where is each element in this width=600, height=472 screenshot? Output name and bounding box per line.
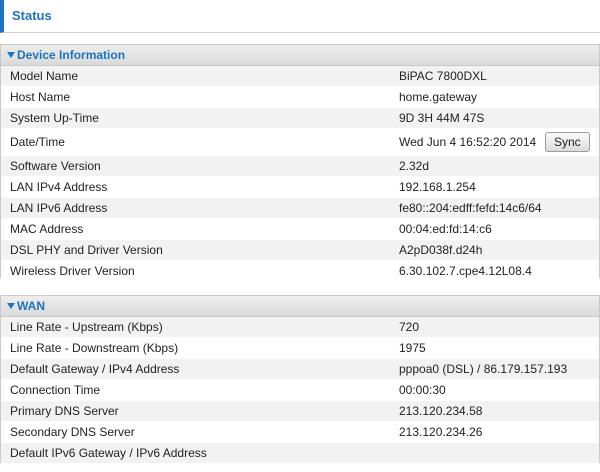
table-row: Software Version 2.32d: [1, 156, 599, 177]
row-value: 720: [399, 320, 420, 334]
collapse-triangle-icon[interactable]: [7, 303, 15, 309]
table-row: MAC Address 00:04:ed:fd:14:c6: [1, 219, 599, 240]
row-label: MAC Address: [10, 222, 84, 236]
wan-title: WAN: [17, 299, 45, 313]
table-row: System Up-Time 9D 3H 44M 47S: [1, 108, 599, 129]
row-label: Line Rate - Downstream (Kbps): [10, 341, 179, 355]
device-information-header[interactable]: Device Information: [1, 45, 599, 66]
table-row: Model Name BiPAC 7800DXL: [1, 66, 599, 87]
row-label: Model Name: [10, 69, 79, 83]
row-label: Software Version: [10, 159, 101, 173]
row-value: 00:00:30: [399, 383, 446, 397]
row-value: 6.30.102.7.cpe4.12L08.4: [399, 264, 532, 278]
table-row: Secondary DNS Server 213.120.234.26: [1, 422, 599, 443]
wan-section: WAN Line Rate - Upstream (Kbps) 720 Line…: [0, 295, 600, 464]
row-label: Line Rate - Upstream (Kbps): [10, 320, 163, 334]
row-label: Primary DNS Server: [10, 404, 119, 418]
row-value: 9D 3H 44M 47S: [399, 111, 485, 125]
sync-button[interactable]: Sync: [545, 132, 590, 152]
row-label: Default Gateway / IPv4 Address: [10, 362, 180, 376]
row-value: 1975: [399, 341, 426, 355]
row-label: Default IPv6 Gateway / IPv6 Address: [10, 446, 207, 460]
row-label: DSL PHY and Driver Version: [10, 243, 163, 257]
table-row: Wireless Driver Version 6.30.102.7.cpe4.…: [1, 261, 599, 282]
row-label: System Up-Time: [10, 111, 99, 125]
row-value: 192.168.1.254: [399, 180, 476, 194]
row-value: fe80::204:edff:fefd:14c6/64: [399, 201, 542, 215]
row-label: Host Name: [10, 90, 71, 104]
page-title: Status: [12, 8, 52, 23]
status-header: Status: [0, 0, 600, 33]
table-row: Host Name home.gateway: [1, 87, 599, 108]
row-value: BiPAC 7800DXL: [399, 69, 487, 83]
row-value: 00:04:ed:fd:14:c6: [399, 222, 492, 236]
row-value: 2.32d: [399, 159, 430, 173]
table-row: Line Rate - Downstream (Kbps) 1975: [1, 338, 599, 359]
row-label: Secondary DNS Server: [10, 425, 135, 439]
row-label: LAN IPv6 Address: [10, 201, 108, 215]
row-label: Date/Time: [10, 135, 65, 149]
row-value: pppoa0 (DSL) / 86.179.157.193: [399, 362, 568, 376]
table-row: Default Gateway / IPv4 Address pppoa0 (D…: [1, 359, 599, 380]
table-row-datetime: Date/Time Wed Jun 4 16:52:20 2014 Sync: [1, 129, 599, 156]
wan-header[interactable]: WAN: [1, 296, 599, 317]
table-row: Line Rate - Upstream (Kbps) 720: [1, 317, 599, 338]
table-row: Primary DNS Server 213.120.234.58: [1, 401, 599, 422]
row-value: 213.120.234.58: [399, 404, 483, 418]
row-value: Wed Jun 4 16:52:20 2014: [399, 135, 537, 149]
row-value: home.gateway: [399, 90, 478, 104]
row-value: A2pD038f.d24h: [399, 243, 483, 257]
table-row: Default IPv6 Gateway / IPv6 Address: [1, 443, 599, 464]
table-row: LAN IPv4 Address 192.168.1.254: [1, 177, 599, 198]
row-value: 213.120.234.26: [399, 425, 483, 439]
row-label: Wireless Driver Version: [10, 264, 135, 278]
table-row: DSL PHY and Driver Version A2pD038f.d24h: [1, 240, 599, 261]
collapse-triangle-icon[interactable]: [7, 52, 15, 58]
table-row: LAN IPv6 Address fe80::204:edff:fefd:14c…: [1, 198, 599, 219]
device-information-title: Device Information: [17, 48, 126, 62]
device-information-section: Device Information Model Name BiPAC 7800…: [0, 44, 600, 282]
table-row: Connection Time 00:00:30: [1, 380, 599, 401]
row-label: LAN IPv4 Address: [10, 180, 108, 194]
row-label: Connection Time: [10, 383, 101, 397]
